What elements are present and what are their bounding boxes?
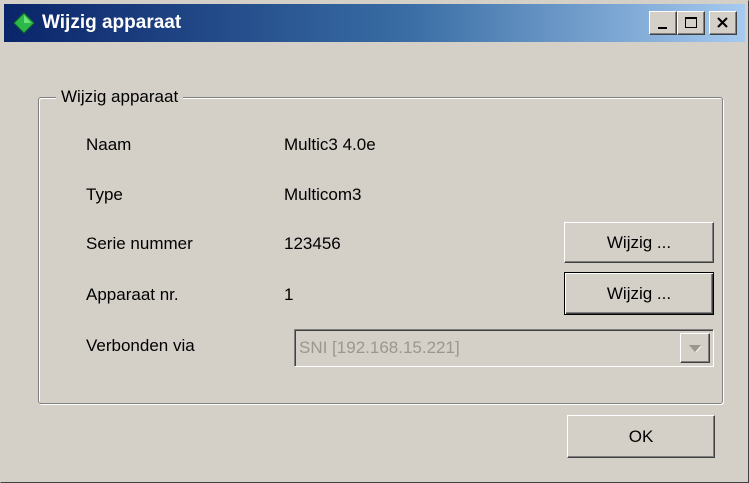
title-bar[interactable]: Wijzig apparaat xyxy=(4,4,745,42)
type-label: Type xyxy=(86,185,123,204)
change-device-number-button[interactable]: Wijzig ... xyxy=(564,272,714,315)
connected-via-select[interactable]: SNI [192.168.15.221] xyxy=(294,329,714,367)
close-icon xyxy=(717,17,728,28)
serial-number-label: Serie nummer xyxy=(86,234,193,253)
close-button[interactable] xyxy=(709,11,737,35)
ok-button[interactable]: OK xyxy=(567,415,715,458)
device-number-value: 1 xyxy=(284,285,294,304)
minimize-button[interactable] xyxy=(649,11,677,35)
name-label: Naam xyxy=(86,135,132,154)
maximize-icon xyxy=(685,17,697,28)
serial-number-value: 123456 xyxy=(284,234,341,253)
change-serial-button[interactable]: Wijzig ... xyxy=(564,222,714,263)
chevron-down-icon xyxy=(689,345,702,353)
connected-via-selected: SNI [192.168.15.221] xyxy=(299,338,460,357)
window-title: Wijzig apparaat xyxy=(42,12,182,33)
dialog-window: Wijzig apparaat Wijzig apparaat Naam Mul… xyxy=(0,0,749,483)
type-value: Multicom3 xyxy=(284,185,362,204)
green-diamond-icon xyxy=(13,12,35,34)
dropdown-button[interactable] xyxy=(680,333,710,363)
name-value: Multic3 4.0e xyxy=(284,135,376,154)
connected-via-label: Verbonden via xyxy=(86,336,195,355)
maximize-button[interactable] xyxy=(677,11,705,35)
minimize-icon xyxy=(658,27,667,29)
groupbox-legend: Wijzig apparaat xyxy=(56,85,184,109)
device-number-label: Apparaat nr. xyxy=(86,285,179,304)
